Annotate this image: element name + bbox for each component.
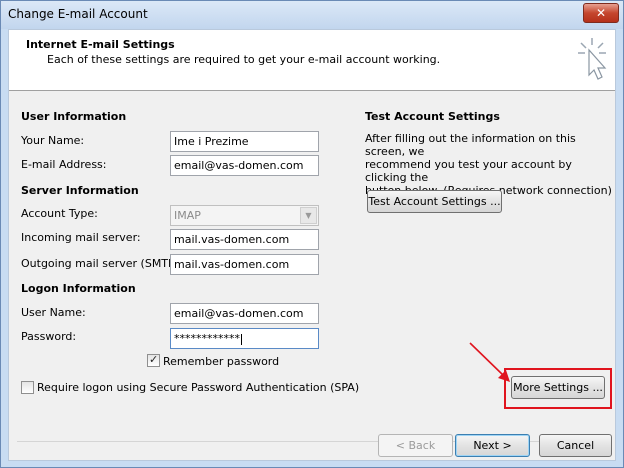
username-field[interactable]: email@vas-domen.com: [170, 303, 319, 324]
checkmark-icon: ✓: [149, 353, 159, 366]
cursor-sparkle-icon: [578, 38, 607, 80]
dialog-client-area: Internet E-mail Settings Each of these s…: [8, 29, 616, 461]
chevron-down-icon: ▼: [300, 207, 317, 224]
remember-password-checkbox[interactable]: ✓: [147, 353, 160, 367]
cancel-button[interactable]: Cancel: [539, 434, 612, 457]
incoming-server-label: Incoming mail server:: [21, 231, 141, 244]
test-settings-heading: Test Account Settings: [365, 110, 500, 123]
password-label: Password:: [21, 330, 77, 343]
username-label: User Name:: [21, 306, 86, 319]
close-button[interactable]: ✕: [583, 3, 619, 23]
account-type-label: Account Type:: [21, 207, 98, 220]
header-title: Internet E-mail Settings: [26, 38, 175, 51]
email-address-label: E-mail Address:: [21, 158, 107, 171]
header-panel: Internet E-mail Settings Each of these s…: [9, 30, 615, 91]
server-info-heading: Server Information: [21, 184, 139, 197]
your-name-label: Your Name:: [21, 134, 85, 147]
logon-info-heading: Logon Information: [21, 282, 136, 295]
more-settings-button[interactable]: More Settings ...: [511, 376, 605, 399]
header-subtitle: Each of these settings are required to g…: [47, 53, 441, 66]
email-address-field[interactable]: email@vas-domen.com: [170, 155, 319, 176]
outgoing-server-label: Outgoing mail server (SMTP):: [21, 257, 183, 270]
test-account-settings-button[interactable]: Test Account Settings ...: [367, 190, 502, 213]
password-value: ************: [174, 332, 240, 345]
window-title: Change E-mail Account: [8, 7, 148, 21]
test-settings-description: After filling out the information on thi…: [365, 132, 615, 197]
description-line: recommend you test your account by click…: [365, 158, 572, 184]
back-button[interactable]: < Back: [378, 434, 453, 457]
user-info-heading: User Information: [21, 110, 127, 123]
description-line: After filling out the information on thi…: [365, 132, 576, 158]
dialog-window: Change E-mail Account ✕ Internet E-mail …: [0, 0, 624, 468]
outgoing-server-field[interactable]: mail.vas-domen.com: [170, 254, 319, 275]
account-type-dropdown: IMAP ▼: [170, 205, 319, 226]
account-type-value: IMAP: [174, 209, 201, 222]
next-button[interactable]: Next >: [455, 434, 530, 457]
title-bar: Change E-mail Account ✕: [1, 1, 623, 29]
incoming-server-field[interactable]: mail.vas-domen.com: [170, 229, 319, 250]
your-name-field[interactable]: Ime i Prezime: [170, 131, 319, 152]
text-cursor: [241, 333, 242, 345]
spa-label: Require logon using Secure Password Auth…: [37, 381, 360, 394]
password-field[interactable]: ************: [170, 328, 319, 349]
spa-checkbox[interactable]: [21, 381, 34, 394]
remember-password-label: Remember password: [163, 355, 280, 368]
